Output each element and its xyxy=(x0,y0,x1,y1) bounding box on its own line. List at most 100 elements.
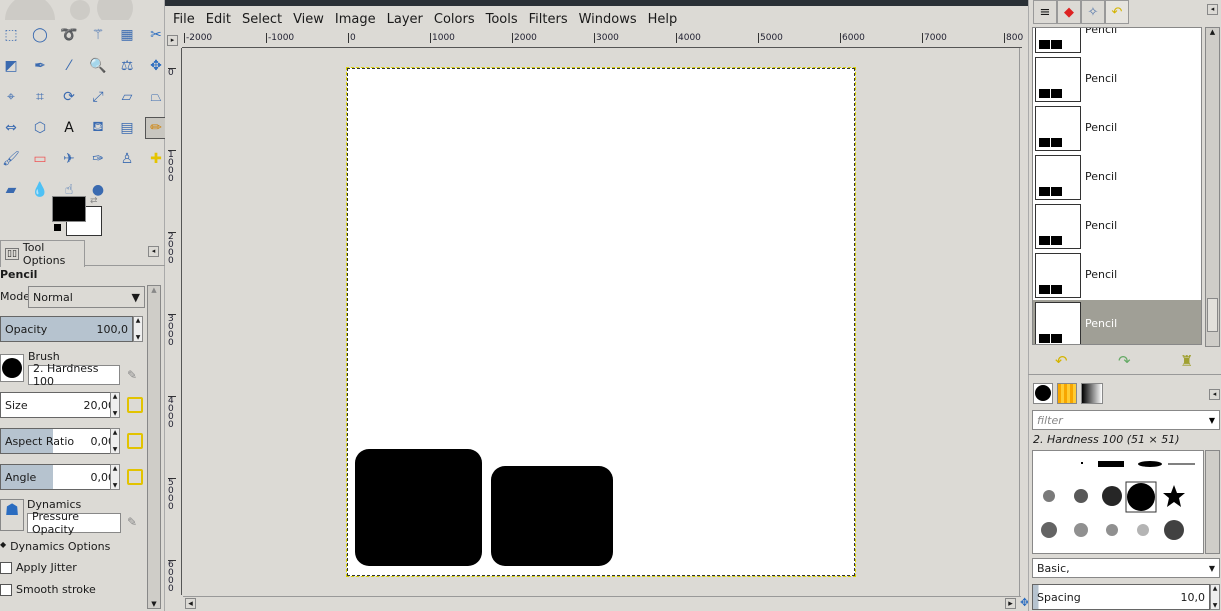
scale-icon[interactable]: ⤢ xyxy=(87,86,109,108)
foreground-select-icon[interactable]: ◩ xyxy=(0,55,22,77)
airbrush-icon[interactable]: ✈ xyxy=(58,148,80,170)
size-spinner[interactable]: ▲ ▼ xyxy=(110,392,120,418)
color-picker-icon[interactable]: ⁄ xyxy=(58,55,80,77)
fuzzy-select-icon[interactable]: ⚚ xyxy=(87,24,109,46)
quick-mask-menu-icon[interactable]: ▸ xyxy=(167,35,178,46)
tab-tool-options[interactable]: ▯▯ Tool Options xyxy=(0,240,85,267)
undo-history-item[interactable]: Pencil xyxy=(1033,104,1201,153)
cage-icon[interactable]: ⬡ xyxy=(29,117,51,139)
redo-icon[interactable]: ↷ xyxy=(1118,352,1131,370)
menu-edit[interactable]: Edit xyxy=(206,12,231,27)
undo-icon[interactable]: ↶ xyxy=(1055,352,1068,370)
vertical-ruler[interactable]: 0 1000 2000 3000 4000 5000 6000 xyxy=(165,48,182,595)
blur-icon[interactable]: 💧 xyxy=(29,179,51,201)
smudge-icon[interactable]: ☝ xyxy=(58,179,80,201)
move-icon[interactable]: ✥ xyxy=(145,55,167,77)
rotate-icon[interactable]: ⟳ xyxy=(58,86,80,108)
spacing-spinner[interactable]: ▲ ▼ xyxy=(1210,584,1220,610)
eraser-icon[interactable]: ▭ xyxy=(29,148,51,170)
measure-icon[interactable]: ⚖ xyxy=(116,55,138,77)
layers-tab-icon[interactable]: ≡ xyxy=(1033,0,1057,24)
image-canvas[interactable] xyxy=(346,67,856,577)
size-slider[interactable]: Size 20,00 xyxy=(0,392,120,418)
menu-colors[interactable]: Colors xyxy=(434,12,475,27)
zoom-icon[interactable]: 🔍 xyxy=(87,55,109,77)
text-icon[interactable]: A xyxy=(58,117,80,139)
heal-icon[interactable]: ✚ xyxy=(145,148,167,170)
undo-history-item[interactable]: Pencil xyxy=(1033,251,1201,300)
undo-history-item[interactable]: Pencil xyxy=(1033,28,1201,55)
panel-menu-icon[interactable]: ◂ xyxy=(1209,389,1220,400)
menu-select[interactable]: Select xyxy=(242,12,282,27)
brush-tag-input[interactable]: Basic, ▼ xyxy=(1032,558,1220,578)
angle-spinner[interactable]: ▲ ▼ xyxy=(110,464,120,490)
patterns-tab-icon[interactable] xyxy=(1057,383,1077,404)
bucket-fill-icon[interactable]: ⛾ xyxy=(87,117,109,139)
paintbrush-icon[interactable]: 🖌 xyxy=(0,148,22,170)
canvas-vscrollbar[interactable] xyxy=(1019,48,1028,596)
paths-tab-icon[interactable]: ✧ xyxy=(1081,0,1105,24)
undo-history-tab-icon[interactable]: ↶ xyxy=(1105,0,1129,24)
ink-icon[interactable]: ✑ xyxy=(87,148,109,170)
menu-help[interactable]: Help xyxy=(648,12,678,27)
menu-windows[interactable]: Windows xyxy=(579,12,637,27)
panel-menu-icon[interactable]: ◂ xyxy=(148,246,159,257)
brush-preview-button[interactable] xyxy=(0,354,24,382)
spacing-slider[interactable]: Spacing 10,0 xyxy=(1032,584,1210,610)
brushes-tab-icon[interactable] xyxy=(1033,383,1053,404)
clear-history-icon[interactable]: ♜ xyxy=(1180,352,1193,370)
undo-scrollbar[interactable]: ▲ xyxy=(1205,27,1220,347)
brush-grid-scrollbar[interactable] xyxy=(1205,450,1220,554)
flip-icon[interactable]: ⇔ xyxy=(0,117,22,139)
perspective-icon[interactable]: ⏢ xyxy=(145,86,167,108)
menu-view[interactable]: View xyxy=(293,12,324,27)
menu-file[interactable]: File xyxy=(173,12,195,27)
ellipse-select-icon[interactable]: ◯ xyxy=(29,24,51,46)
canvas-hscrollbar[interactable]: ◂ ▸ xyxy=(183,596,1021,611)
dynamics-options-expander[interactable]: ◆ Dynamics Options xyxy=(0,540,110,553)
tool-options-scrollbar[interactable]: ▲ ▼ xyxy=(147,285,161,609)
undo-history-item[interactable]: Pencil xyxy=(1033,300,1201,344)
reset-size-icon[interactable] xyxy=(127,397,143,413)
rect-select-icon[interactable]: ⬚ xyxy=(0,24,22,46)
color-select-icon[interactable]: ▦ xyxy=(116,24,138,46)
horizontal-ruler[interactable]: -2000 -1000 0 1000 2000 3000 4000 5000 6000 7000 8… xyxy=(182,32,1023,48)
menu-tools[interactable]: Tools xyxy=(486,12,518,27)
angle-slider[interactable]: Angle 0,00 xyxy=(0,464,120,490)
edit-brush-icon[interactable]: ✎ xyxy=(127,368,137,382)
opacity-spinner[interactable]: ▲ ▼ xyxy=(133,316,143,342)
dynamics-button[interactable]: ☗ xyxy=(0,499,24,531)
menu-layer[interactable]: Layer xyxy=(387,12,423,27)
brush-filter-input[interactable]: filter ▼ xyxy=(1032,410,1220,430)
crop-icon[interactable]: ⌗ xyxy=(29,86,51,108)
align-icon[interactable]: ⌖ xyxy=(0,86,22,108)
panel-menu-icon[interactable]: ◂ xyxy=(1207,4,1218,15)
scroll-left-icon[interactable]: ◂ xyxy=(185,598,196,609)
edit-dynamics-icon[interactable]: ✎ xyxy=(127,515,137,529)
smooth-stroke-checkbox[interactable]: Smooth stroke xyxy=(0,583,96,596)
scroll-right-icon[interactable]: ▸ xyxy=(1005,598,1016,609)
checkbox[interactable] xyxy=(0,583,12,596)
pencil-icon[interactable]: ✏ xyxy=(145,117,167,139)
clone-icon[interactable]: ♙ xyxy=(116,148,138,170)
undo-history-item[interactable]: Pencil xyxy=(1033,55,1201,104)
free-select-icon[interactable]: ➰ xyxy=(58,24,80,46)
undo-history-item[interactable]: Pencil xyxy=(1033,153,1201,202)
reset-angle-icon[interactable] xyxy=(127,469,143,485)
menu-filters[interactable]: Filters xyxy=(529,12,568,27)
scissors-icon[interactable]: ✂ xyxy=(145,24,167,46)
undo-history-item[interactable]: Pencil xyxy=(1033,202,1201,251)
brush-name-field[interactable]: 2. Hardness 100 xyxy=(28,362,120,388)
mode-dropdown[interactable]: Normal ▼ xyxy=(28,286,145,308)
dock-separator[interactable] xyxy=(1028,374,1221,375)
menu-image[interactable]: Image xyxy=(335,12,376,27)
dynamics-field[interactable]: Pressure Opacity xyxy=(27,510,121,536)
apply-jitter-checkbox[interactable]: Apply Jitter xyxy=(0,561,77,574)
reset-aspect-icon[interactable] xyxy=(127,433,143,449)
opacity-slider[interactable]: Opacity 100,0 xyxy=(0,316,133,342)
checkbox[interactable] xyxy=(0,561,12,574)
fg-bg-color-selector[interactable]: ⇄ xyxy=(52,196,104,238)
shear-icon[interactable]: ▱ xyxy=(116,86,138,108)
aspect-spinner[interactable]: ▲ ▼ xyxy=(110,428,120,454)
aspect-ratio-slider[interactable]: Aspect Ratio 0,00 xyxy=(0,428,120,454)
